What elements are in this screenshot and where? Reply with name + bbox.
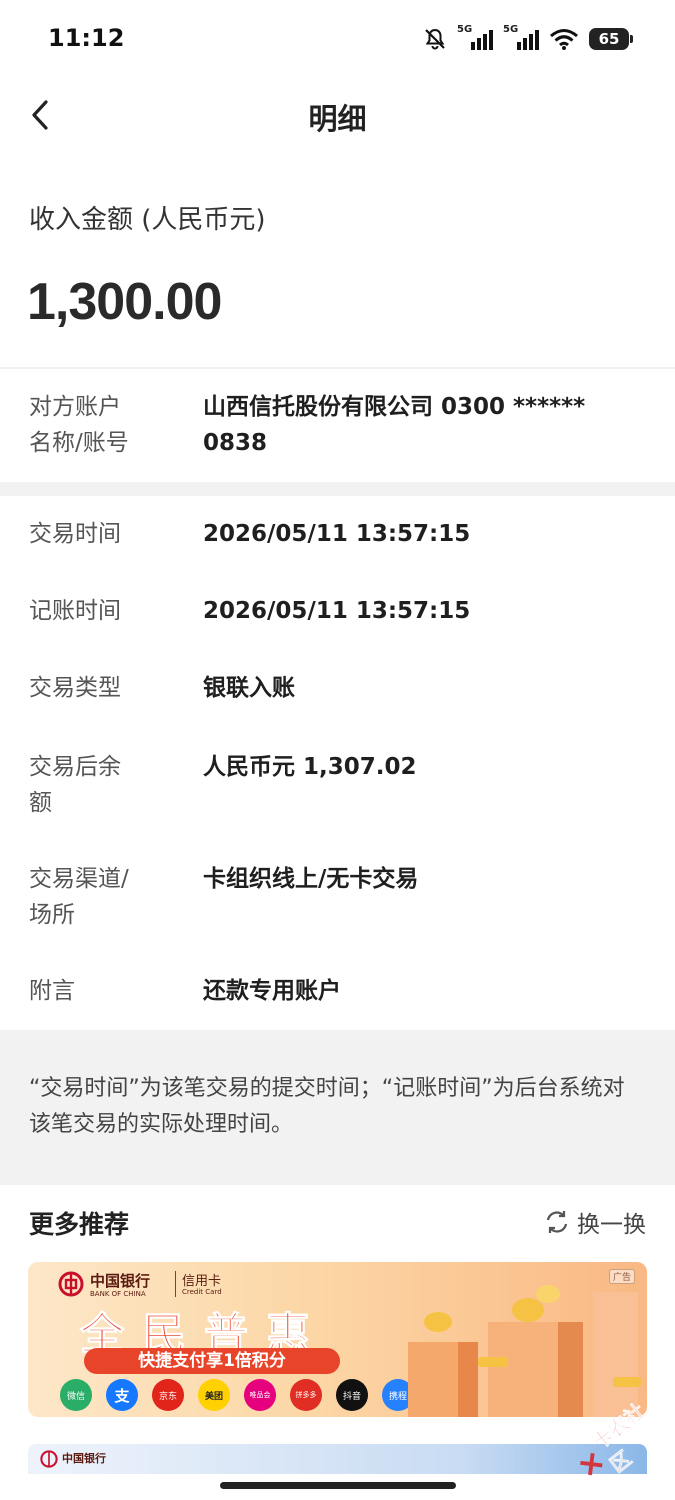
- douyin-icon: 抖音: [336, 1379, 368, 1411]
- detail-value-balance: 人民币元 1,307.02: [203, 754, 417, 780]
- home-indicator[interactable]: [220, 1482, 456, 1489]
- detail-value-channel: 卡组织线上/无卡交易: [203, 866, 419, 892]
- bank-name-2: 中国银行: [62, 1452, 106, 1465]
- status-time: 11:12: [48, 24, 125, 52]
- status-icons: 5G 5G 65: [423, 24, 633, 54]
- promo-banner-secondary[interactable]: 中国银行: [28, 1444, 647, 1474]
- vip-icon: 唯品会: [244, 1379, 276, 1411]
- detail-value-remark: 还款专用账户: [203, 978, 341, 1004]
- bell-off-icon: [425, 28, 445, 50]
- bank-name-en: BANK OF CHINA: [90, 1290, 146, 1298]
- wechat-icon: 微信: [60, 1379, 92, 1411]
- pinduoduo-icon: 拼多多: [290, 1379, 322, 1411]
- refresh-label: 换一换: [577, 1212, 646, 1238]
- cellular-signal-icon: 5G: [457, 24, 493, 50]
- status-bar: 11:12 5G 5G 65: [0, 0, 675, 80]
- brand-icons-row: 微信 支 京东 美团 唯品会 拼多多 抖音 携程: [60, 1379, 414, 1411]
- counterparty-label: 对方账户 名称/账号: [29, 394, 129, 456]
- detail-label-balance: 交易后余 额: [29, 754, 121, 816]
- alipay-icon: 支: [106, 1379, 138, 1411]
- section-divider: [0, 482, 675, 496]
- logo-divider: [175, 1271, 176, 1297]
- detail-label-channel: 交易渠道/ 场所: [29, 866, 129, 928]
- detail-label-remark: 附言: [29, 978, 75, 1004]
- cellular-signal-icon-2: 5G: [503, 24, 539, 50]
- detail-value-trade-type: 银联入账: [203, 675, 295, 701]
- promo-banner-credit-card[interactable]: 中国银行 BANK OF CHINA 信用卡 Credit Card 广告 全民…: [28, 1262, 647, 1417]
- banner-subline: 快捷支付享1倍积分: [84, 1348, 340, 1374]
- amount-label: 收入金额 (人民币元): [29, 205, 266, 235]
- bank-name: 中国银行: [90, 1272, 151, 1290]
- meituan-icon: 美团: [198, 1379, 230, 1411]
- divider: [0, 367, 675, 369]
- bank-of-china-logo-icon-2: [40, 1450, 58, 1468]
- refresh-button[interactable]: 换一换: [543, 1205, 646, 1239]
- counterparty-value: 山西信托股份有限公司 0300 ****** 0838: [203, 394, 586, 456]
- amount-value: 1,300.00: [27, 273, 222, 331]
- jd-icon: 京东: [152, 1379, 184, 1411]
- detail-label-posting-time: 记账时间: [29, 598, 121, 624]
- wifi-icon: [550, 29, 578, 50]
- recommend-title: 更多推荐: [29, 1210, 130, 1239]
- detail-value-trade-time: 2026/05/11 13:57:15: [203, 521, 471, 547]
- battery-icon: 65: [589, 28, 633, 50]
- bank-of-china-logo-icon: [58, 1271, 84, 1297]
- refresh-icon: [546, 1211, 568, 1233]
- card-type-en: Credit Card: [182, 1288, 222, 1296]
- page-title: 明细: [308, 102, 367, 136]
- card-type: 信用卡: [182, 1274, 222, 1289]
- note-text: “交易时间”为该笔交易的提交时间；“记账时间”为后台系统对该笔交易的实际处理时间…: [29, 1076, 625, 1137]
- nav-bar: 明细: [0, 80, 675, 150]
- detail-value-posting-time: 2026/05/11 13:57:15: [203, 598, 471, 624]
- detail-label-trade-time: 交易时间: [29, 521, 121, 547]
- decorative-coins-illustration: [408, 1285, 641, 1417]
- detail-label-trade-type: 交易类型: [29, 675, 121, 701]
